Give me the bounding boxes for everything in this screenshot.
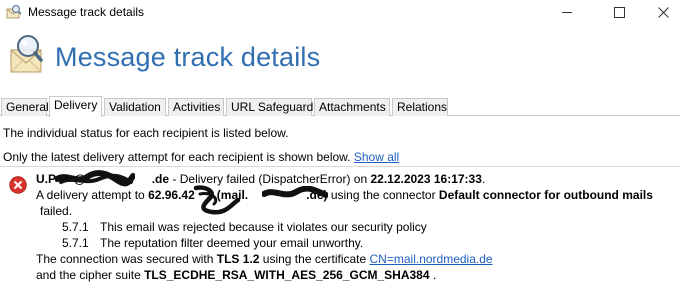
attempt-middle: using the connector <box>327 188 439 202</box>
cipher-suite: TLS_ECDHE_RSA_WITH_AES_256_GCM_SHA384 <box>144 268 430 282</box>
tab-validation[interactable]: Validation <box>104 98 166 116</box>
recipient-address-end: .de <box>151 172 170 186</box>
host-end: .de) <box>306 188 328 202</box>
certificate-link[interactable]: CN=mail.nordmedia.de <box>370 252 493 266</box>
close-button[interactable] <box>640 0 680 24</box>
envelope-magnifier-icon <box>10 35 43 73</box>
minimize-button[interactable] <box>544 0 590 24</box>
error-code: 5.7.1 <box>62 220 89 234</box>
tls-middle: using the certificate <box>259 252 370 266</box>
error-message: This email was rejected because it viola… <box>100 220 427 234</box>
tls-line: The connection was secured with TLS 1.2 … <box>36 252 493 266</box>
show-all-link[interactable]: Show all <box>354 150 399 164</box>
cipher-suffix: . <box>429 268 437 282</box>
tab-url-safeguard[interactable]: URL Safeguard <box>226 98 313 116</box>
ip-address-start: 62.96.42 <box>148 188 195 202</box>
cipher-line: and the cipher suite TLS_ECDHE_RSA_WITH_… <box>36 268 436 282</box>
error-message: The reputation filter deemed your email … <box>100 236 364 250</box>
failed-text: failed. <box>40 204 73 218</box>
tab-general[interactable]: General <box>1 98 49 116</box>
delivery-status-text: - Delivery failed (DispatcherError) on <box>169 172 371 186</box>
tab-activities[interactable]: Activities <box>168 98 224 116</box>
close-icon <box>657 6 669 18</box>
delivery-datetime: 22.12.2023 16:17:33 <box>370 172 482 186</box>
recipient-status-line: U.P @ .de - Delivery failed (DispatcherErr… <box>36 172 485 186</box>
window-title: Message track details <box>28 5 145 19</box>
tab-attachments[interactable]: Attachments <box>314 98 390 116</box>
divider <box>0 166 680 167</box>
maximize-button[interactable] <box>596 0 642 24</box>
error-line: 5.7.1 The reputation filter deemed your e… <box>62 236 363 250</box>
recipient-address-at: @ <box>74 172 86 186</box>
attempt-prefix: A delivery attempt to <box>36 188 149 202</box>
status-description: The individual status for each recipient… <box>3 126 289 140</box>
latest-attempt-note: Only the latest delivery attempt for eac… <box>3 150 399 164</box>
datetime-suffix: . <box>481 172 486 186</box>
tls-version: TLS 1.2 <box>216 252 260 266</box>
envelope-magnifier-icon <box>6 5 22 19</box>
recipient-address-start: U.P <box>36 172 57 186</box>
error-icon <box>9 176 27 194</box>
error-line: 5.7.1 This email was rejected because it … <box>62 220 427 234</box>
host-start: (mail. <box>213 188 249 202</box>
connector-name: Default connector for outbound mails <box>438 188 653 202</box>
tab-relations[interactable]: Relations <box>392 98 448 116</box>
tab-bar: General Delivery Validation Activities U… <box>0 96 680 117</box>
error-code: 5.7.1 <box>62 236 89 250</box>
tab-delivery[interactable]: Delivery <box>49 96 102 117</box>
page-title: Message track details <box>55 42 321 72</box>
tls-prefix: The connection was secured with <box>36 252 217 266</box>
cipher-prefix: and the cipher suite <box>36 268 145 282</box>
delivery-attempt-line: A delivery attempt to 62.96.42 5 (mail. .d… <box>36 188 653 202</box>
latest-attempt-text: Only the latest delivery attempt for eac… <box>3 150 351 164</box>
title-bar: Message track details <box>0 0 680 24</box>
